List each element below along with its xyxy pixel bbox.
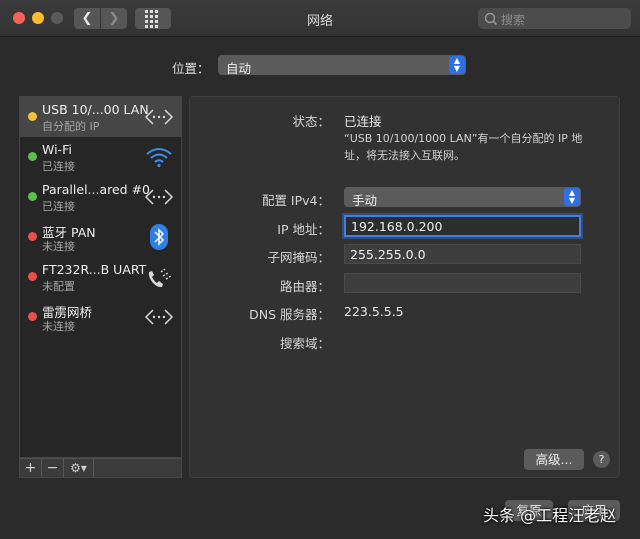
location-label: 位置： <box>172 61 210 76</box>
watermark-text: 头条 @工程汪老赵 <box>483 506 617 525</box>
status-description: “USB 10/100/1000 LAN”有一个自分配的 IP 地址，将无法接入… <box>344 132 583 162</box>
ethernet-arrows-icon <box>144 109 174 125</box>
status-dot <box>28 312 37 321</box>
router-field[interactable] <box>344 273 581 293</box>
service-status: 已连接 <box>42 200 75 213</box>
ip-address-label: IP 地址： <box>277 222 330 237</box>
ip-address-field[interactable]: 192.168.0.200 <box>344 215 581 237</box>
chevron-updown-icon: ▲ ▼ <box>564 188 580 206</box>
dns-server-value[interactable]: 223.5.5.5 <box>344 304 404 319</box>
service-status: 未连接 <box>42 240 75 253</box>
search-field[interactable]: 搜索 <box>478 8 631 29</box>
status-dot <box>28 232 37 241</box>
service-status: 未连接 <box>42 320 75 333</box>
service-list-toolbar: + − ⚙▾ <box>19 458 182 478</box>
configure-ipv4-select[interactable]: 手动 ▲ ▼ <box>344 187 581 208</box>
ethernet-arrows-icon <box>144 189 174 205</box>
advanced-button[interactable]: 高级... <box>524 449 584 470</box>
service-item-wifi[interactable]: Wi-Fi 已连接 <box>20 137 181 177</box>
service-item-usb-lan[interactable]: USB 10/...00 LAN 自分配的 IP <box>20 97 181 137</box>
title-bar: ❮ ❯ 网络 搜索 <box>0 0 640 37</box>
service-name: Wi-Fi <box>42 142 72 157</box>
remove-service-button[interactable]: − <box>42 459 64 477</box>
chevron-updown-icon: ▲ ▼ <box>449 56 465 74</box>
service-status: 自分配的 IP <box>42 120 100 133</box>
status-label: 状态： <box>292 114 330 129</box>
search-placeholder: 搜索 <box>501 13 526 27</box>
help-button[interactable]: ? <box>593 451 610 468</box>
service-item-bluetooth-pan[interactable]: 蓝牙 PAN 未连接 <box>20 217 181 257</box>
action-menu-button[interactable]: ⚙▾ <box>64 459 94 477</box>
service-item-parallels[interactable]: Parallel...ared #0 已连接 <box>20 177 181 217</box>
dns-server-label: DNS 服务器： <box>249 307 330 322</box>
status-dot <box>28 272 37 281</box>
status-dot <box>28 152 37 161</box>
subnet-mask-label: 子网掩码： <box>267 250 330 265</box>
service-status: 未配置 <box>42 280 75 293</box>
service-status: 已连接 <box>42 160 75 173</box>
service-name: USB 10/...00 LAN <box>42 102 149 117</box>
service-name: Parallel...ared #0 <box>42 182 151 197</box>
bluetooth-icon <box>150 224 168 250</box>
location-select[interactable]: 自动 ▲ ▼ <box>218 55 466 76</box>
configure-ipv4-value: 手动 <box>352 193 378 208</box>
phone-modem-icon <box>148 268 172 288</box>
status-dot <box>28 112 37 121</box>
search-icon <box>484 12 498 26</box>
ip-address-value: 192.168.0.200 <box>351 219 443 234</box>
subnet-mask-value: 255.255.0.0 <box>350 247 426 262</box>
status-dot <box>28 192 37 201</box>
service-list[interactable]: USB 10/...00 LAN 自分配的 IP Wi-Fi 已连接 Paral… <box>19 96 182 458</box>
search-domain-label: 搜索域： <box>279 336 330 351</box>
subnet-mask-field[interactable]: 255.255.0.0 <box>344 244 581 264</box>
status-value: 已连接 <box>344 114 382 129</box>
location-value: 自动 <box>226 61 252 76</box>
configure-ipv4-label: 配置 IPv4： <box>261 193 330 208</box>
service-item-ft232r-uart[interactable]: FT232R...B UART 未配置 <box>20 257 181 297</box>
ethernet-arrows-icon <box>144 309 174 325</box>
router-label: 路由器： <box>279 279 330 294</box>
add-service-button[interactable]: + <box>20 459 42 477</box>
wifi-icon <box>146 148 172 168</box>
service-item-thunderbolt-bridge[interactable]: 雷雳网桥 未连接 <box>20 297 181 337</box>
service-name: FT232R...B UART <box>42 262 147 277</box>
